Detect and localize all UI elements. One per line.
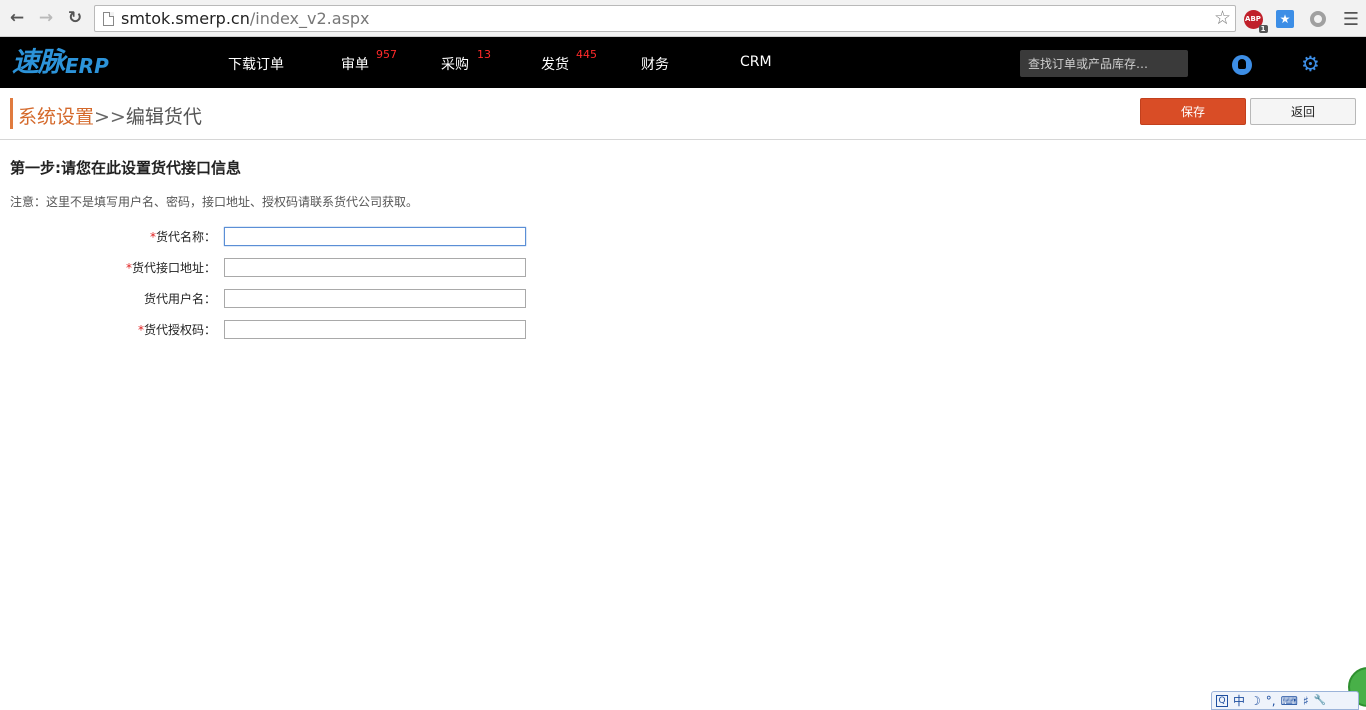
reload-icon[interactable]: ↻ (64, 7, 86, 29)
circle-extension-icon (1310, 11, 1326, 27)
forwarder-api-url-input[interactable] (224, 258, 526, 277)
forward-arrow-icon[interactable]: → (35, 7, 57, 29)
nav-count-badge: 445 (576, 48, 597, 61)
adblock-icon: ABP 1 (1243, 9, 1268, 33)
forwarder-auth-code-label: *货代授权码： (137, 323, 216, 337)
nav-label: 发货 (541, 57, 569, 73)
logo-cn-text: 速脉 (12, 47, 65, 78)
nav-purchasing[interactable]: 采购 13 (441, 48, 491, 74)
title-accent-bar (10, 98, 13, 129)
nav-review-orders[interactable]: 审单 957 (341, 48, 397, 74)
save-button[interactable]: 保存 (1140, 98, 1246, 125)
back-button[interactable]: 返回 (1250, 98, 1356, 125)
breadcrumb-system-settings[interactable]: 系统设置 (18, 106, 94, 128)
form-row-forwarder-username: 货代用户名： (0, 289, 600, 309)
nav-finance[interactable]: 财务 (641, 54, 669, 74)
form-row-forwarder-name: *货代名称： (0, 227, 600, 247)
breadcrumb-separator: >> (94, 106, 126, 128)
nav-count-badge: 13 (477, 48, 491, 61)
ime-mode-icon[interactable]: Q (1216, 694, 1228, 707)
forwarder-username-label: 货代用户名： (143, 292, 216, 306)
ime-punctuation-icon[interactable]: °, (1266, 694, 1276, 708)
bookmark-extension-icon: ★ (1276, 10, 1294, 28)
breadcrumb: 系统设置>>编辑货代 (18, 102, 202, 129)
back-arrow-icon[interactable]: ← (6, 7, 28, 29)
page-icon (103, 12, 114, 26)
nav-label: 财务 (641, 57, 669, 73)
nav-label: 采购 (441, 57, 469, 73)
nav-label: 审单 (341, 57, 369, 73)
ime-halfwidth-icon[interactable]: ☽ (1250, 694, 1261, 708)
circle-extension[interactable] (1308, 9, 1328, 29)
nav-download-orders[interactable]: 下载订单 (228, 54, 284, 74)
app-logo[interactable]: 速脉 ERP (12, 47, 109, 79)
gear-icon[interactable]: ⚙ (1301, 52, 1320, 76)
ime-keyboard-icon[interactable]: ⌨ (1281, 694, 1298, 708)
url-text[interactable]: smtok.smerp.cn/index_v2.aspx (121, 9, 370, 28)
nav-count-badge: 957 (376, 48, 397, 61)
app-header: 速脉 ERP 下载订单 审单 957 采购 13 发货 445 财务 CRM ⚙ (0, 37, 1366, 88)
notice-text: 注意：这里不是填写用户名、密码，接口地址、授权码请联系货代公司获取。 (10, 195, 419, 209)
browser-menu-icon[interactable]: ☰ (1341, 9, 1361, 30)
forwarder-name-label: *货代名称： (149, 230, 216, 244)
step-title: 第一步:请您在此设置货代接口信息 (10, 159, 242, 177)
form-row-forwarder-api-url: *货代接口地址： (0, 258, 600, 278)
nav-label: 下载订单 (228, 57, 284, 73)
bookmark-star-icon[interactable]: ☆ (1214, 7, 1231, 29)
forwarder-username-input[interactable] (224, 289, 526, 308)
forwarder-name-input[interactable] (224, 227, 526, 246)
forwarder-auth-code-input[interactable] (224, 320, 526, 339)
nav-shipping[interactable]: 发货 445 (541, 48, 597, 74)
logo-en-text: ERP (65, 54, 109, 78)
adblock-count: 1 (1258, 24, 1268, 33)
browser-toolbar: ← → ↻ smtok.smerp.cn/index_v2.aspx ☆ ABP… (0, 0, 1366, 37)
form-row-forwarder-auth-code: *货代授权码： (0, 320, 600, 340)
search-input[interactable] (1020, 50, 1188, 77)
page-title-bar: 系统设置>>编辑货代 保存 返回 (0, 88, 1366, 140)
forwarder-api-url-label: *货代接口地址： (125, 261, 216, 275)
qq-icon[interactable] (1232, 55, 1252, 75)
address-bar[interactable]: smtok.smerp.cn/index_v2.aspx ☆ (94, 5, 1236, 32)
adblock-extension[interactable]: ABP 1 (1243, 9, 1268, 33)
ime-tools-icon[interactable]: ♯ (1303, 694, 1309, 708)
ime-settings-icon[interactable]: 🔧 (1314, 695, 1326, 706)
ime-toolbar[interactable]: Q 中 ☽ °, ⌨ ♯ 🔧 (1211, 691, 1359, 710)
nav-crm[interactable]: CRM (740, 54, 772, 70)
ime-chinese-toggle[interactable]: 中 (1233, 692, 1245, 709)
nav-label: CRM (740, 54, 772, 70)
bookmark-extension[interactable]: ★ (1275, 9, 1295, 29)
page-title: 编辑货代 (125, 106, 202, 128)
